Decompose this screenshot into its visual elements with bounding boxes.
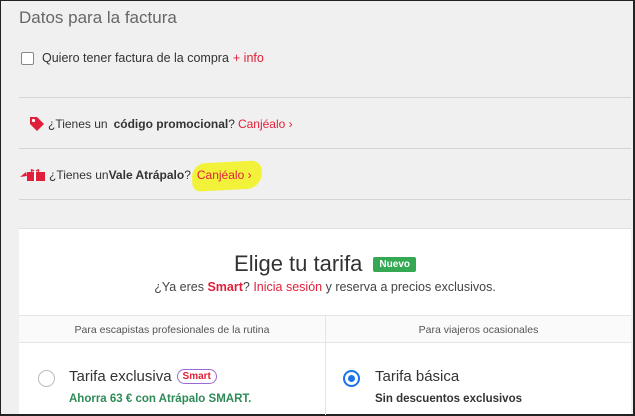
basic-tariff-note: Sin descuentos exclusivos <box>375 393 523 405</box>
column-divider <box>325 343 326 415</box>
tariff-subtitle: ¿Ya eres Smart? Inicia sesión y reserva … <box>19 280 631 294</box>
column-header-basic: Para viajeros ocasionales <box>325 315 631 343</box>
smart-badge: Smart <box>176 369 217 384</box>
promo-prefix: ¿Tienes un <box>48 117 108 131</box>
basic-tariff-option[interactable]: Tarifa básica <box>375 368 459 385</box>
invoice-checkbox-label[interactable]: Quiero tener factura de la compra <box>42 51 229 65</box>
vale-suffix: ? <box>184 168 191 182</box>
redeem-vale-highlight: Canjéalo › <box>193 165 258 185</box>
divider <box>19 199 631 200</box>
tariff-title-row: Elige tu tarifa Nuevo <box>19 251 631 277</box>
subtitle-suffix: y reserva a precios exclusivos. <box>322 280 496 294</box>
tariff-card: Elige tu tarifa Nuevo ¿Ya eres Smart? In… <box>19 228 631 415</box>
invoice-option: Quiero tener factura de la compra + info <box>21 51 264 65</box>
divider <box>19 97 631 98</box>
exclusive-tariff-name: Tarifa exclusiva <box>69 368 172 385</box>
invoice-checkbox[interactable] <box>21 51 34 65</box>
vale-prefix: ¿Tienes un <box>49 168 109 182</box>
redeem-promo-link[interactable]: Canjéalo › <box>238 117 293 131</box>
basic-tariff-radio[interactable] <box>343 370 360 387</box>
gift-voucher-icon <box>19 167 47 183</box>
vale-row: ¿Tienes un Vale Atrápalo ? Canjéalo › <box>19 165 258 185</box>
exclusive-tariff-radio[interactable] <box>38 370 55 387</box>
invoice-section-title: Datos para la factura <box>19 8 177 27</box>
basic-tariff-name: Tarifa básica <box>375 368 460 385</box>
smart-word: Smart <box>207 280 243 294</box>
subtitle-prefix: ¿Ya eres <box>154 280 208 294</box>
exclusive-tariff-option[interactable]: Tarifa exclusiva Smart <box>69 368 217 385</box>
divider <box>19 148 631 149</box>
vale-bold: Vale Atrápalo <box>108 168 185 182</box>
promo-code-row: ¿Tienes un código promocional ? Canjéalo… <box>28 115 293 133</box>
subtitle-mid: ? <box>242 280 254 294</box>
new-badge: Nuevo <box>373 256 416 272</box>
promo-bold: código promocional <box>113 117 229 131</box>
login-link[interactable]: Inicia sesión <box>253 280 322 294</box>
price-tag-icon <box>28 115 46 133</box>
exclusive-tariff-savings: Ahorra 63 € con Atrápalo SMART. <box>69 393 252 405</box>
more-info-link[interactable]: + info <box>233 51 264 65</box>
tariff-title: Elige tu tarifa <box>234 251 363 276</box>
redeem-vale-link[interactable]: Canjéalo › <box>197 168 252 182</box>
column-header-exclusive: Para escapistas profesionales de la ruti… <box>19 315 325 343</box>
promo-suffix: ? <box>228 117 235 131</box>
